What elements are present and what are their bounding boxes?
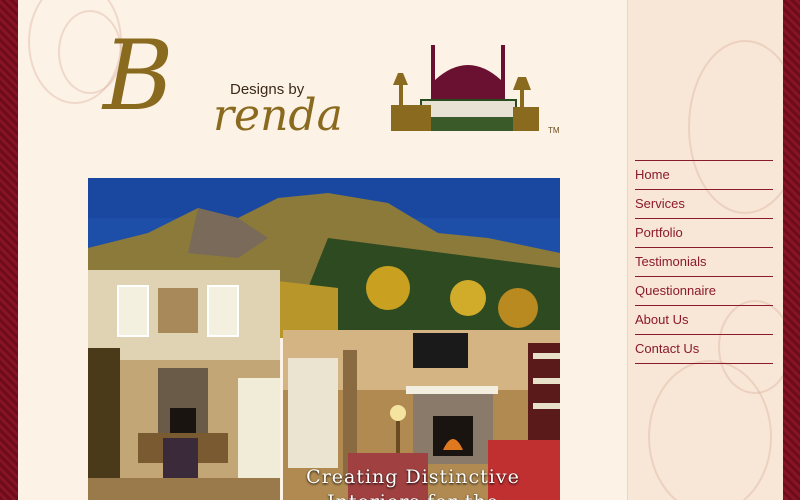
main-content: B Designs by renda TM Creating Distincti… bbox=[18, 0, 627, 500]
hero-caption-line2: Interiors for the bbox=[243, 490, 583, 500]
nav-contact-us[interactable]: Contact Us bbox=[635, 334, 773, 364]
hero-caption-line1: Creating Distinctive bbox=[306, 466, 520, 488]
bed-logo-icon bbox=[391, 45, 539, 131]
nav-testimonials[interactable]: Testimonials bbox=[635, 247, 773, 276]
logo[interactable]: B Designs by renda bbox=[103, 28, 363, 143]
nav-questionnaire[interactable]: Questionnaire bbox=[635, 276, 773, 305]
hero-photo-collage bbox=[88, 178, 560, 500]
hero-caption: Creating Distinctive Interiors for the bbox=[243, 465, 583, 500]
trademark-symbol: TM bbox=[548, 126, 560, 135]
nav-about-us[interactable]: About Us bbox=[635, 305, 773, 334]
main-navigation: Home Services Portfolio Testimonials Que… bbox=[635, 160, 773, 364]
logo-name: renda bbox=[213, 90, 343, 141]
nav-services[interactable]: Services bbox=[635, 189, 773, 218]
logo-script-letter: B bbox=[103, 20, 174, 132]
nav-portfolio[interactable]: Portfolio bbox=[635, 218, 773, 247]
nav-home[interactable]: Home bbox=[635, 160, 773, 189]
